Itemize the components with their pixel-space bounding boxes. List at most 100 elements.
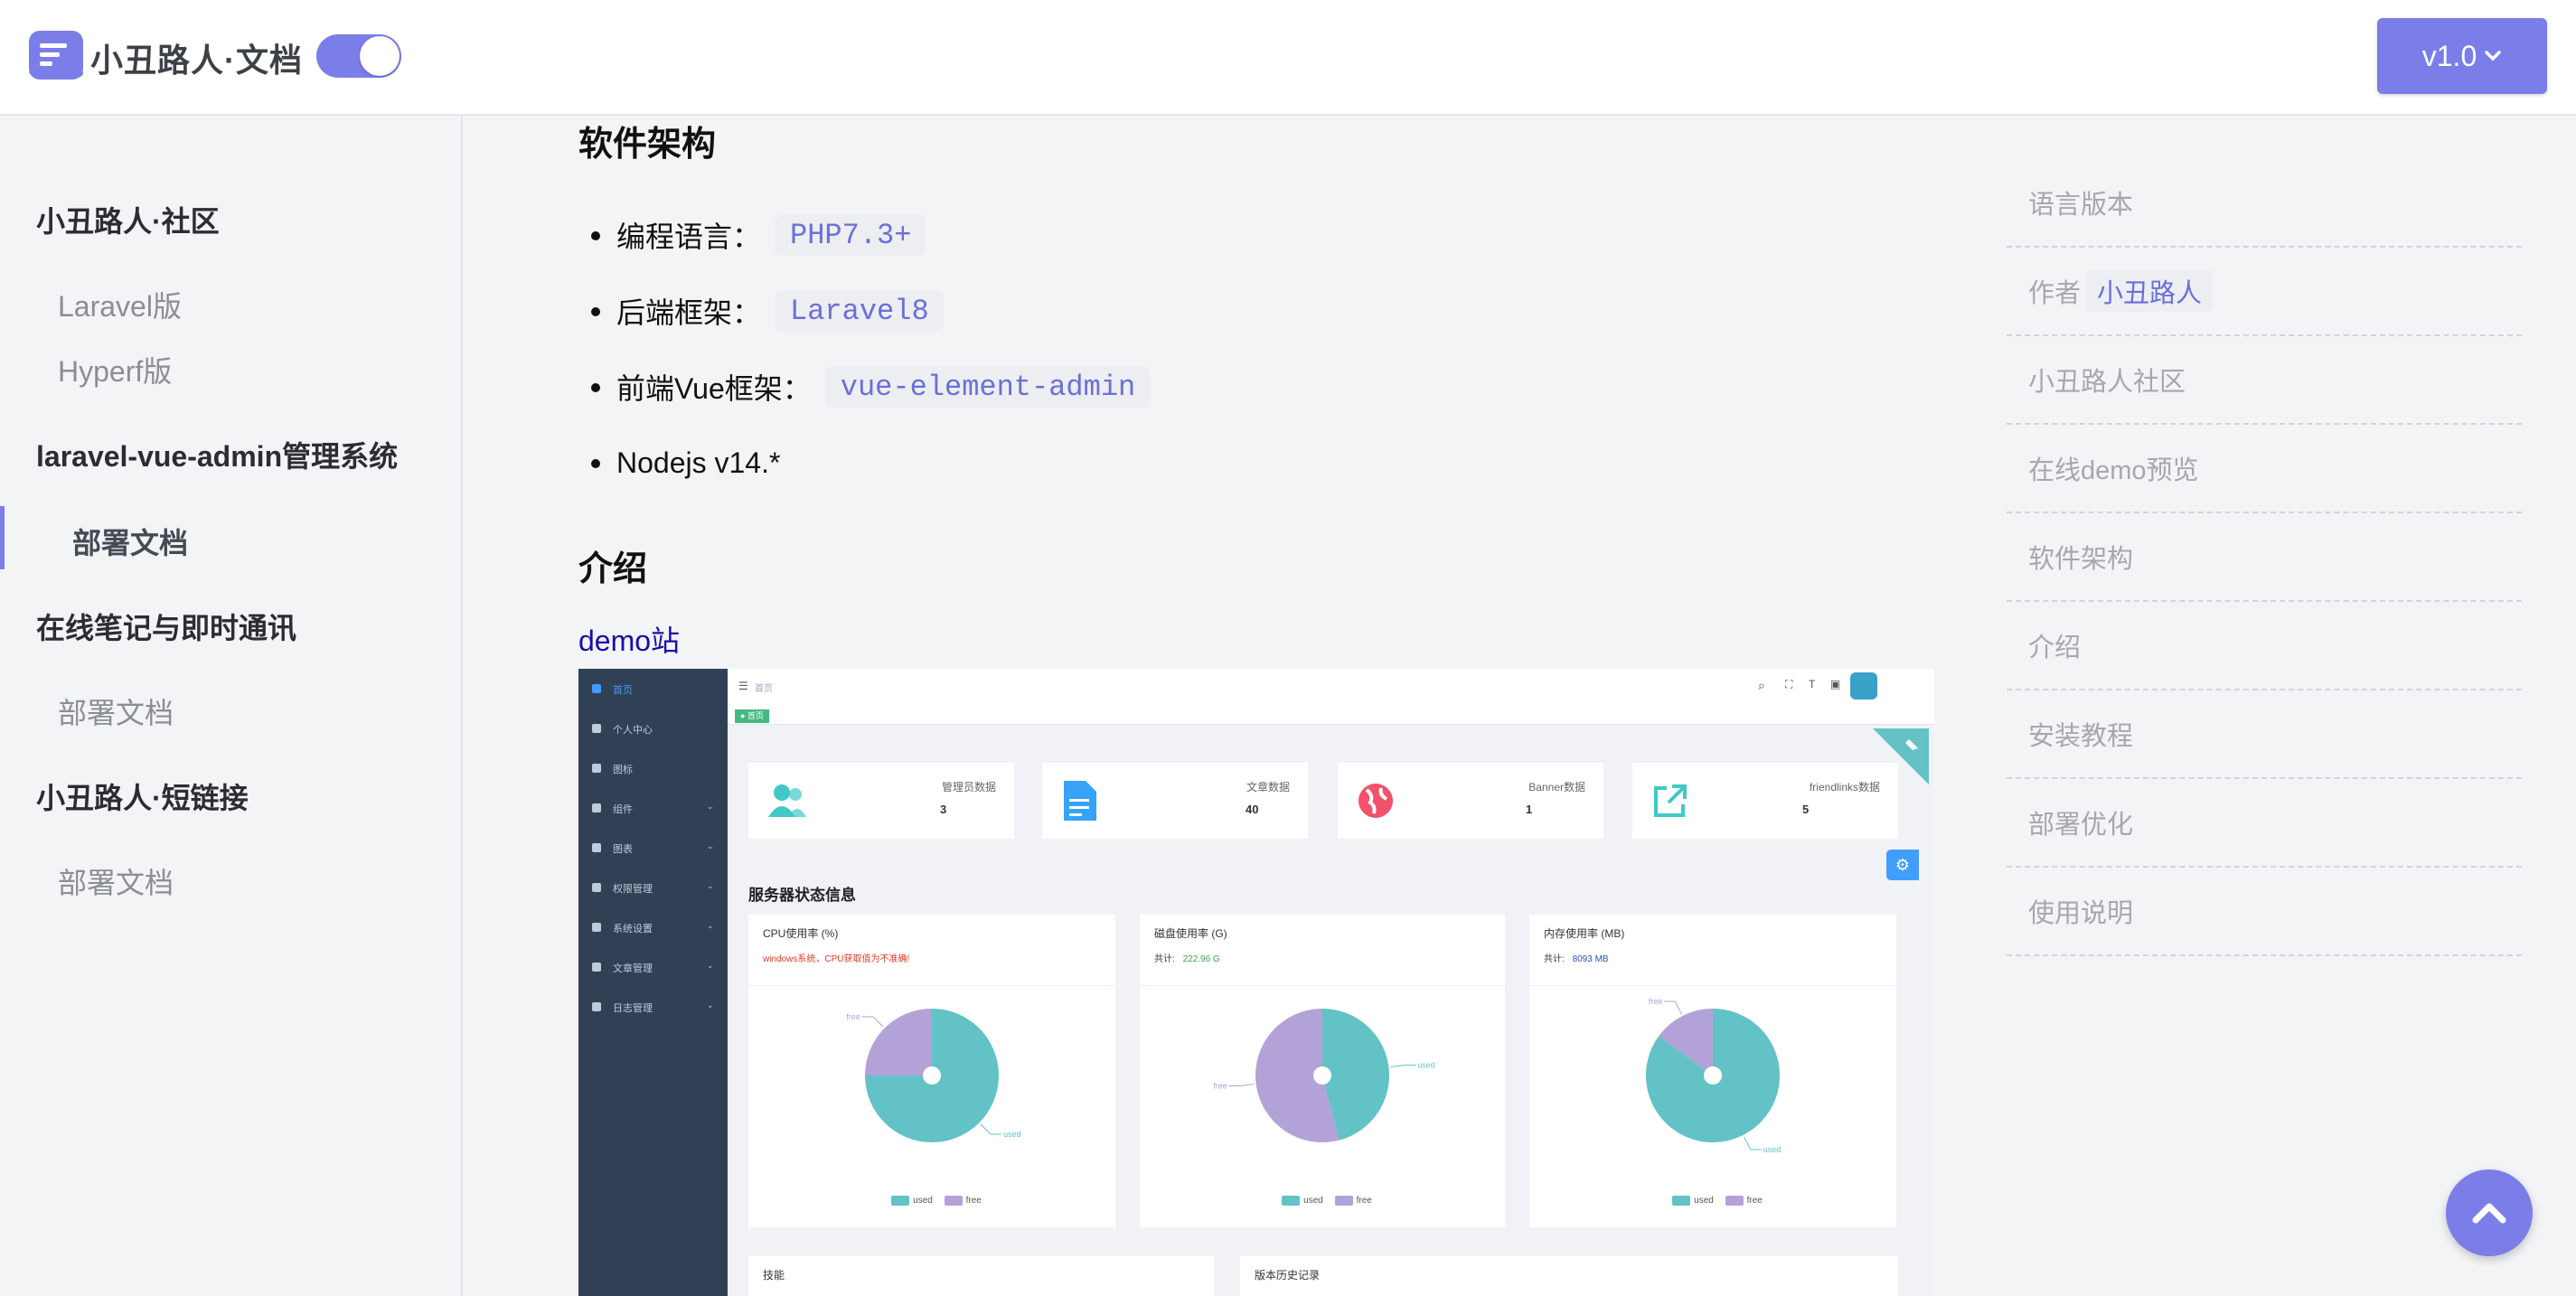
legend-label-free: free (965, 1196, 982, 1206)
sidebar-group-laravel-vue-admin[interactable]: laravel-vue-admin管理系统 (36, 434, 398, 475)
server-status-title: 服务器状态信息 (748, 887, 856, 904)
demo-menu-item: 系统设置 (613, 924, 653, 934)
brand-title[interactable]: 小丑路人·文档 (90, 34, 303, 81)
top-bar: 小丑路人·文档 v1.0 (0, 0, 2576, 116)
sidebar-nav: 小丑路人·社区 Laravel版 Hyperf版 laravel-vue-adm… (0, 116, 463, 1296)
document-logo-icon[interactable] (27, 27, 85, 85)
architecture-list: 编程语言： PHP7.3+ 后端框架： Laravel8 前端Vue框架： vu… (590, 197, 1151, 501)
sidebar-item-deploy-doc-shortlink[interactable]: 部署文档 (58, 860, 174, 902)
toggle-knob (360, 36, 400, 76)
pie-label-free: free (1213, 1082, 1227, 1091)
sidebar-item-laravel[interactable]: Laravel版 (58, 284, 182, 325)
toc-item-label: 软件架构 (2028, 545, 2134, 574)
list-item: Nodejs v14.* (590, 425, 1150, 501)
pie-legend: used free (1140, 1195, 1505, 1206)
pie-legend: used free (1529, 1195, 1896, 1206)
demo-tags-bar: ● 首页 (728, 707, 1934, 725)
stat-value: 3 (940, 803, 947, 816)
demo-menu-item: 首页 (613, 685, 633, 696)
pie-card-note: windows系统，CPU获取值为不准确! (763, 954, 910, 964)
stat-label: friendlinks数据 (1809, 781, 1880, 794)
heading-software-architecture: 软件架构 (578, 126, 717, 164)
search-icon: ⌕ (1758, 678, 1765, 692)
stat-card: Banner数据 1 (1338, 763, 1603, 839)
demo-menu-item: 图标 (613, 765, 633, 775)
legend-label-used: used (1694, 1196, 1714, 1206)
stat-value: 5 (1802, 803, 1810, 816)
theme-toggle[interactable] (316, 34, 401, 78)
memory-pie-chart: used free (1646, 997, 1782, 1154)
list-item: 后端框架： Laravel8 (590, 273, 1150, 349)
pie-card-note: 共计: 8093 MB (1544, 951, 1609, 964)
pie-center-hole (1313, 1066, 1331, 1085)
user-icon (592, 724, 601, 733)
memory-pie-card: 内存使用率 (MB) 共计: 8093 MB used free used fre… (1529, 915, 1896, 1227)
toc-item-label: 使用说明 (2028, 899, 2134, 928)
cpu-pie-chart: used free (846, 1009, 1021, 1142)
heading-intro: 介绍 (578, 550, 648, 588)
sidebar-item-hyperf[interactable]: Hyperf版 (58, 349, 172, 390)
log-icon (592, 1002, 601, 1011)
pie-label-line (980, 1123, 1002, 1135)
table-of-contents: 语言版本 作者 小丑路人 小丑路人社区 在线demo预览 软件架构 介绍 安装教… (2007, 159, 2522, 956)
sidebar-item-deploy-doc-notes[interactable]: 部署文档 (58, 690, 174, 732)
sidebar-group-shortlink[interactable]: 小丑路人·短链接 (36, 775, 249, 817)
sidebar-group-notes-im[interactable]: 在线笔记与即时通讯 (36, 606, 296, 647)
pie-card-note-label: 共计: (1544, 954, 1565, 964)
toc-item-usage[interactable]: 使用说明 (2007, 868, 2522, 956)
legend-label-used: used (1303, 1196, 1323, 1206)
toc-item-architecture[interactable]: 软件架构 (2007, 513, 2522, 602)
inline-code: Laravel8 (776, 290, 944, 332)
toc-item-label: 在线demo预览 (2028, 456, 2199, 485)
globe-icon (1359, 784, 1393, 818)
chevron-down-icon: ⌄ (707, 961, 714, 970)
legend-swatch (1334, 1195, 1353, 1206)
chevron-down-icon: ⌄ (707, 881, 714, 890)
demo-menu-item: 日志管理 (613, 1003, 653, 1014)
stat-label: 管理员数据 (941, 781, 996, 794)
toc-item-online-demo[interactable]: 在线demo预览 (2007, 425, 2522, 513)
toc-item-community[interactable]: 小丑路人社区 (2007, 336, 2522, 425)
stat-label: Banner数据 (1528, 781, 1585, 794)
stat-label: 文章数据 (1246, 781, 1290, 794)
pie-label-line (861, 1016, 884, 1028)
sidebar-item-deploy-doc-active[interactable]: 部署文档 (72, 521, 188, 562)
toc-item-install[interactable]: 安装教程 (2007, 690, 2522, 779)
demo-menu-item: 个人中心 (613, 725, 653, 736)
list-item: 前端Vue框架： vue-element-admin (590, 349, 1151, 425)
demo-screenshot: 首页 个人中心 图标 组件 ⌄ 图表 ⌄ 权限管理 ⌄ 系统设置 ⌄ 文章管理 … (578, 669, 1934, 1296)
lock-icon (592, 883, 601, 892)
demo-menu-item: 图表 (613, 844, 633, 855)
toc-item-label: 部署优化 (2028, 811, 2134, 840)
pie-card-note-value: 222.96 G (1182, 954, 1220, 964)
pie-label-used: used (1763, 1145, 1782, 1154)
toc-item-author[interactable]: 作者 小丑路人 (2007, 248, 2522, 336)
skills-card: 技能 (748, 1256, 1214, 1296)
main-content: 软件架构 编程语言： PHP7.3+ 后端框架： Laravel8 前端Vue框… (463, 116, 1945, 1296)
back-to-top-button[interactable] (2446, 1169, 2533, 1256)
cpu-pie-card: CPU使用率 (%) windows系统，CPU获取值为不准确! used fre… (748, 915, 1115, 1227)
list-item-label: 前端Vue框架： (616, 372, 812, 405)
version-label: v1.0 (2421, 39, 2477, 72)
pie-card-note: 共计: 222.96 G (1154, 951, 1220, 964)
pie-label-free: free (1649, 997, 1663, 1006)
toc-item-language-version[interactable]: 语言版本 (2007, 159, 2522, 248)
pie-card-title: 磁盘使用率 (G) (1154, 927, 1227, 940)
sidebar-group-community[interactable]: 小丑路人·社区 (36, 199, 220, 240)
disk-pie-chart: used free (1213, 1009, 1435, 1142)
chevron-up-icon (2472, 1203, 2506, 1224)
settings-gear-icon: ⚙ (1886, 850, 1919, 880)
toc-item-deploy-optimize[interactable]: 部署优化 (2007, 779, 2522, 868)
demo-breadcrumb: 首页 (755, 684, 773, 694)
version-history-title: 版本历史记录 (1255, 1269, 1321, 1282)
chevron-down-icon: ⌄ (707, 841, 714, 850)
pie-label-line (1228, 1084, 1255, 1087)
fullscreen-icon: ⛶ (1785, 678, 1793, 690)
disk-pie-card: 磁盘使用率 (G) 共计: 222.96 G used free used fre… (1140, 915, 1505, 1227)
version-dropdown-button[interactable]: v1.0 (2377, 18, 2547, 94)
toc-item-intro[interactable]: 介绍 (2007, 602, 2522, 690)
demo-site-link[interactable]: demo站 (578, 618, 680, 660)
stat-card: friendlinks数据 5 (1632, 763, 1898, 839)
legend-label-free: free (1356, 1196, 1372, 1206)
legend-swatch (891, 1195, 910, 1206)
